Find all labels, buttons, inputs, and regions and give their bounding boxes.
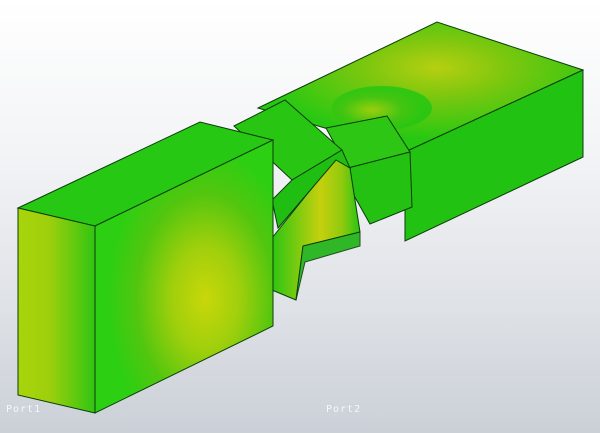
3d-viewport[interactable]: Port1 Port2 [0,0,600,433]
port-label-left: Port1 [6,404,42,415]
port-label-right: Port2 [326,404,362,415]
waveguide-field-model [16,21,585,414]
left-guide-end-face [17,207,96,414]
